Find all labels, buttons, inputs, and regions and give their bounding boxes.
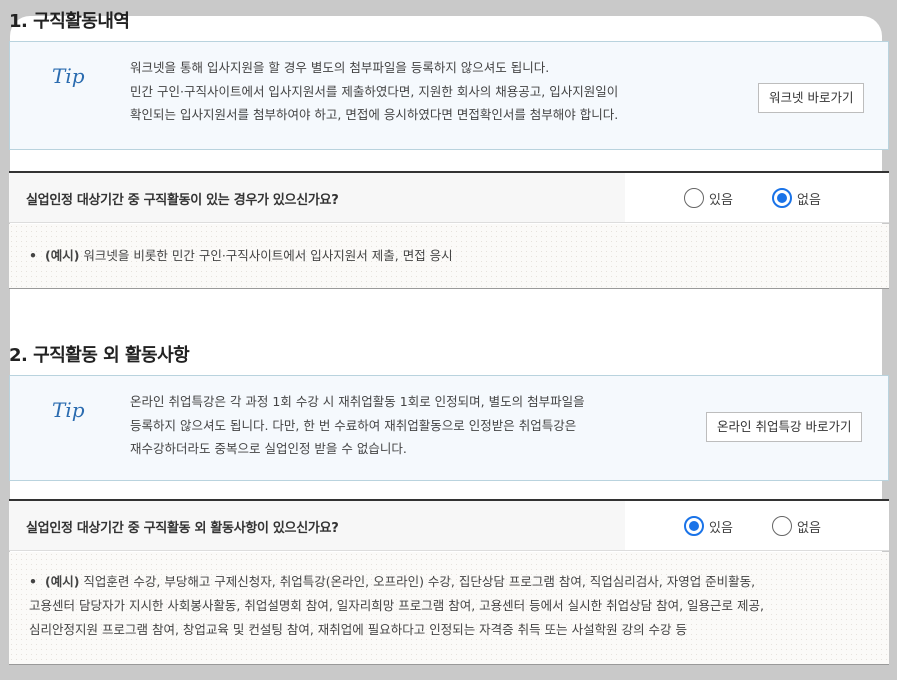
radio-unchecked-icon[interactable] [772,516,792,536]
example-text-line: 고용센터 담당자가 지시한 사회봉사활동, 취업설명회 참여, 일자리희망 프로… [29,598,764,613]
radio-label-no: 없음 [797,192,821,208]
section1-title: 1. 구직활동내역 [9,11,130,32]
radio-unchecked-icon[interactable] [684,188,704,208]
example-text-line: 심리안정지원 프로그램 참여, 창업교육 및 컨설팅 참여, 재취업에 필요하다… [29,622,688,637]
section2-example-area: • (예시) 직업훈련 수강, 부당해고 구제신청자, 취업특강(온라인, 오프… [9,552,889,665]
example-label: (예시) [44,248,80,263]
tip-line: 민간 구인·구직사이트에서 입사지원서를 제출하였다면, 지원한 회사의 채용공… [130,83,619,99]
example-text: 워크넷을 비롯한 민간 구인·구직사이트에서 입사지원서 제출, 면접 응시 [83,248,453,263]
section1-tip-text: 워크넷을 통해 입사지원을 할 경우 별도의 첨부파일을 등록하지 않으셔도 됩… [130,56,618,127]
section1-question-row: 실업인정 대상기간 중 구직활동이 있는 경우가 있으신가요? 있음 없음 [9,171,889,223]
section1-example-area: • (예시) 워크넷을 비롯한 민간 구인·구직사이트에서 입사지원서 제출, … [9,224,889,289]
tip-line: 등록하지 않으셔도 됩니다. 다만, 한 번 수료하여 재취업활동으로 인정받은… [130,417,577,433]
tip-line: 확인되는 입사지원서를 첨부하여야 하고, 면접에 응시하였다면 면접확인서를 … [130,107,619,122]
radio-label-no: 없음 [797,520,821,536]
section1-tip-box: Tip 워크넷을 통해 입사지원을 할 경우 별도의 첨부파일을 등록하지 않으… [9,41,889,150]
section1-radio-no[interactable]: 없음 [772,188,821,208]
tip-line: 워크넷을 통해 입사지원을 할 경우 별도의 첨부파일을 등록하지 않으셔도 됩… [130,60,550,75]
section2-example: • (예시) 직업훈련 수강, 부당해고 구제신청자, 취업특강(온라인, 오프… [29,570,881,642]
tip-line: 온라인 취업특강은 각 과정 1회 수강 시 재취업활동 1회로 인정되며, 별… [130,394,585,409]
example-label: (예시) [44,574,80,589]
section1-example: • (예시) 워크넷을 비롯한 민간 구인·구직사이트에서 입사지원서 제출, … [29,248,453,263]
radio-checked-icon[interactable] [684,516,704,536]
tip-icon: Tip [52,398,85,422]
section2-question-row: 실업인정 대상기간 중 구직활동 외 활동사항이 있으신가요? 있음 없음 [9,499,889,551]
section2-question: 실업인정 대상기간 중 구직활동 외 활동사항이 있으신가요? [26,521,339,536]
tip-line: 재수강하더라도 중복으로 실업인정 받을 수 없습니다. [130,441,407,456]
section2-radio-no[interactable]: 없음 [772,516,821,536]
section1-question: 실업인정 대상기간 중 구직활동이 있는 경우가 있으신가요? [26,193,339,208]
section1-radio-yes[interactable]: 있음 [684,188,733,208]
section2-title: 2. 구직활동 외 활동사항 [9,345,190,366]
section2-radio-yes[interactable]: 있음 [684,516,733,536]
radio-checked-icon[interactable] [772,188,792,208]
online-lecture-link-button[interactable]: 온라인 취업특강 바로가기 [706,412,863,442]
radio-label-yes: 있음 [709,520,733,536]
worknet-link-button[interactable]: 워크넷 바로가기 [758,83,865,113]
radio-label-yes: 있음 [709,192,733,208]
tip-icon: Tip [52,64,85,88]
section2-tip-box: Tip 온라인 취업특강은 각 과정 1회 수강 시 재취업활동 1회로 인정되… [9,375,889,481]
section2-tip-text: 온라인 취업특강은 각 과정 1회 수강 시 재취업활동 1회로 인정되며, 별… [130,390,585,461]
example-text-line: 직업훈련 수강, 부당해고 구제신청자, 취업특강(온라인, 오프라인) 수강,… [83,574,756,589]
